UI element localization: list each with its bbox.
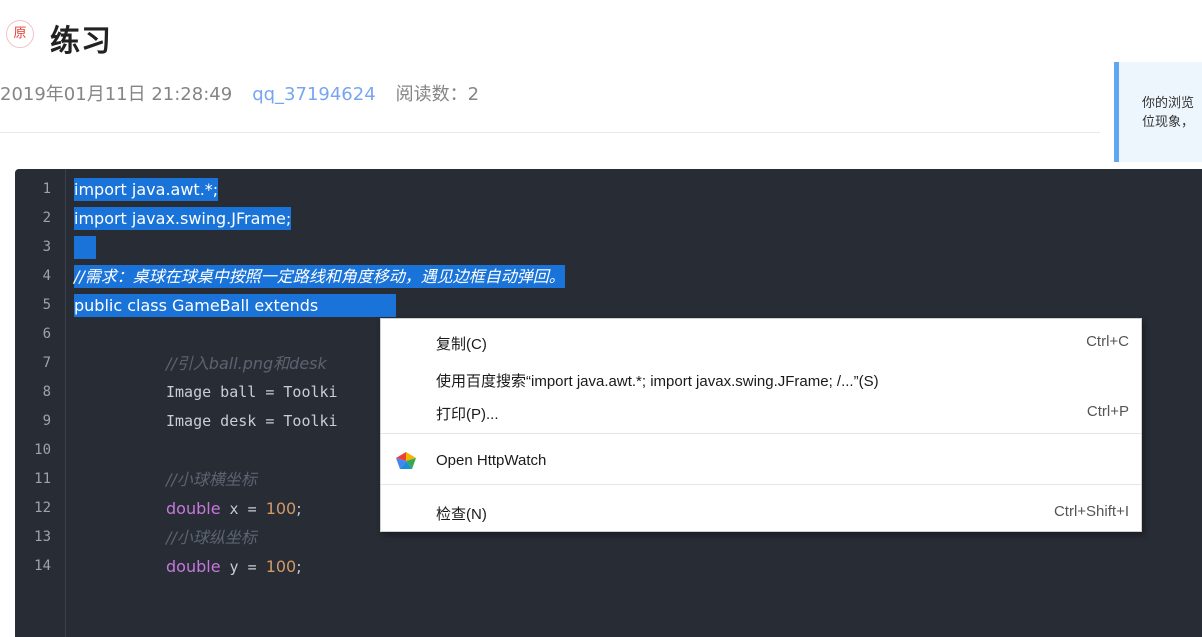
code-line: 4 //需求：桌球在球桌中按照一定路线和角度移动，遇见边框自动弹回。 — [15, 262, 1202, 291]
code-text[interactable]: double y = 100; — [74, 555, 302, 578]
line-number: 12 — [34, 500, 51, 516]
menu-item-shortcut: Ctrl+P — [1086, 403, 1129, 420]
code-line: 5 public class GameBall extends — [15, 291, 1202, 320]
semicolon: ; — [296, 557, 302, 576]
httpwatch-icon — [396, 452, 416, 469]
keyword-double: double — [166, 557, 221, 576]
line-number: 8 — [42, 384, 51, 400]
line-number: 4 — [42, 268, 51, 284]
menu-item-inspect[interactable]: 检查(N) Ctrl+Shift+I — [381, 497, 1141, 527]
article-meta: 2019年01月11日 21:28:49 qq_37194624 阅读数：2 — [0, 80, 479, 106]
number-literal: 100 — [265, 557, 297, 576]
variable-x: x = — [220, 500, 266, 518]
line-number: 7 — [42, 355, 51, 371]
code-text[interactable]: public class GameBall extends — [74, 294, 396, 317]
line-number: 9 — [42, 413, 51, 429]
menu-separator — [381, 484, 1141, 485]
number-literal: 100 — [265, 499, 297, 518]
line-number: 10 — [34, 442, 51, 458]
browser-notice: 你的浏览 位现象， — [1114, 62, 1202, 162]
context-menu: 复制(C) Ctrl+C 使用百度搜索“import java.awt.*; i… — [380, 318, 1142, 532]
code-text-empty-selected[interactable] — [74, 236, 96, 259]
line-number: 5 — [42, 297, 51, 313]
code-comment[interactable]: //引入ball.png和desk — [74, 352, 327, 375]
semicolon: ; — [296, 499, 302, 518]
menu-item-label: 使用百度搜索“import java.awt.*; import javax.s… — [436, 373, 879, 390]
notice-line-1: 你的浏览 — [1142, 96, 1195, 111]
code-text[interactable]: Image desk = Toolki — [74, 410, 338, 433]
menu-separator — [381, 433, 1141, 434]
code-text[interactable]: import java.awt.*; — [74, 178, 219, 201]
code-comment[interactable]: //小球纵坐标 — [74, 526, 257, 549]
publish-date: 2019年01月11日 21:28:49 — [0, 84, 233, 105]
line-number: 11 — [34, 471, 51, 487]
menu-item-label: 打印(P)... — [436, 406, 499, 423]
article-title: 练习 — [50, 24, 112, 59]
line-number: 1 — [42, 181, 51, 197]
line-number: 3 — [42, 239, 51, 255]
code-text[interactable]: import javax.swing.JFrame; — [74, 207, 292, 230]
menu-item-copy[interactable]: 复制(C) Ctrl+C — [381, 327, 1141, 357]
keyword-double: double — [166, 499, 221, 518]
menu-item-httpwatch[interactable]: Open HttpWatch — [381, 446, 1141, 476]
menu-item-label: Open HttpWatch — [436, 452, 547, 469]
header-divider — [0, 132, 1100, 133]
author-link[interactable]: qq_37194624 — [252, 84, 375, 105]
original-badge: 原 — [6, 20, 34, 48]
menu-item-label: 检查(N) — [436, 506, 487, 523]
code-comment[interactable]: //需求：桌球在球桌中按照一定路线和角度移动，遇见边框自动弹回。 — [74, 265, 565, 288]
code-text[interactable]: Image ball = Toolki — [74, 381, 338, 404]
code-line: 1 import java.awt.*; — [15, 175, 1202, 204]
read-count: 阅读数：2 — [395, 84, 480, 105]
code-line: 3 — [15, 233, 1202, 262]
code-text[interactable]: double x = 100; — [74, 497, 302, 520]
code-line: 2 import javax.swing.JFrame; — [15, 204, 1202, 233]
line-number: 14 — [34, 558, 51, 574]
menu-item-print[interactable]: 打印(P)... Ctrl+P — [381, 397, 1141, 427]
menu-item-label: 复制(C) — [436, 336, 487, 353]
notice-line-2: 位现象， — [1142, 115, 1195, 130]
menu-item-baidu-search[interactable]: 使用百度搜索“import java.awt.*; import javax.s… — [381, 364, 1141, 394]
code-comment[interactable]: //小球横坐标 — [74, 468, 257, 491]
menu-item-shortcut: Ctrl+C — [1086, 333, 1129, 350]
line-number: 2 — [42, 210, 51, 226]
variable-y: y = — [220, 558, 266, 576]
line-number: 13 — [34, 529, 51, 545]
code-line: 14 double y = 100; — [15, 552, 1202, 581]
line-number: 6 — [42, 326, 51, 342]
menu-item-shortcut: Ctrl+Shift+I — [1053, 503, 1129, 520]
